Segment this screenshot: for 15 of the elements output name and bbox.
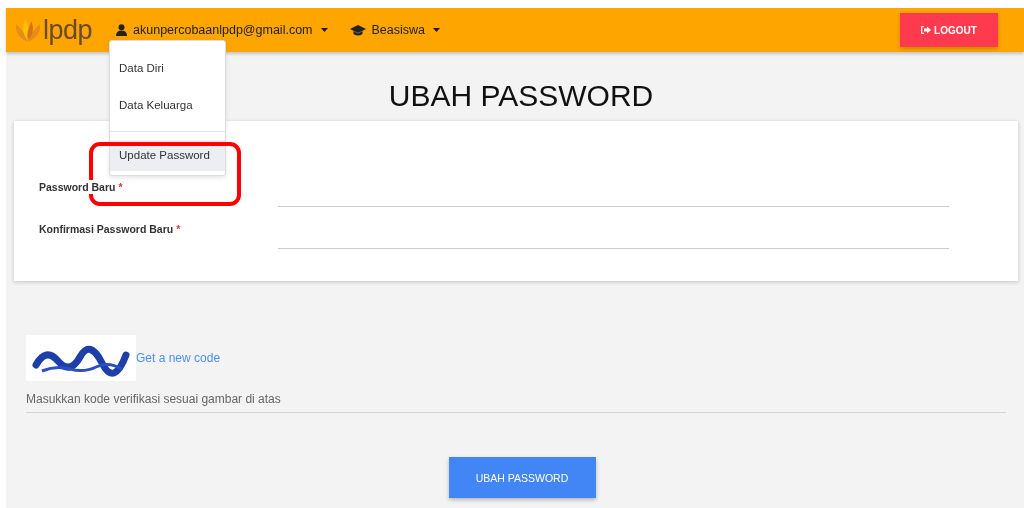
logout-button[interactable]: LOGOUT: [900, 13, 998, 47]
graduation-cap-icon: [349, 24, 366, 36]
caret-icon: [433, 28, 440, 32]
logo-wordmark[interactable]: lpdp: [43, 14, 93, 46]
field-label: Konfirmasi Password Baru *: [37, 222, 183, 236]
dropdown-item[interactable]: Data Diri: [110, 53, 226, 84]
field-label: Password Baru *: [37, 180, 125, 194]
nav-menu[interactable]: Beasiswa: [349, 23, 440, 37]
captcha-input-field[interactable]: Masukkan kode verifikasi sesuai gambar di atas: [26, 384, 1006, 413]
submit-button[interactable]: UBAH PASSWORD: [448, 457, 596, 498]
page-title: UBAH PASSWORD: [388, 79, 654, 113]
user-icon: [116, 24, 128, 36]
sign-out-icon: [921, 26, 932, 34]
caret-icon: [320, 28, 328, 32]
dropdown-item[interactable]: Data Keluarga: [110, 90, 226, 121]
